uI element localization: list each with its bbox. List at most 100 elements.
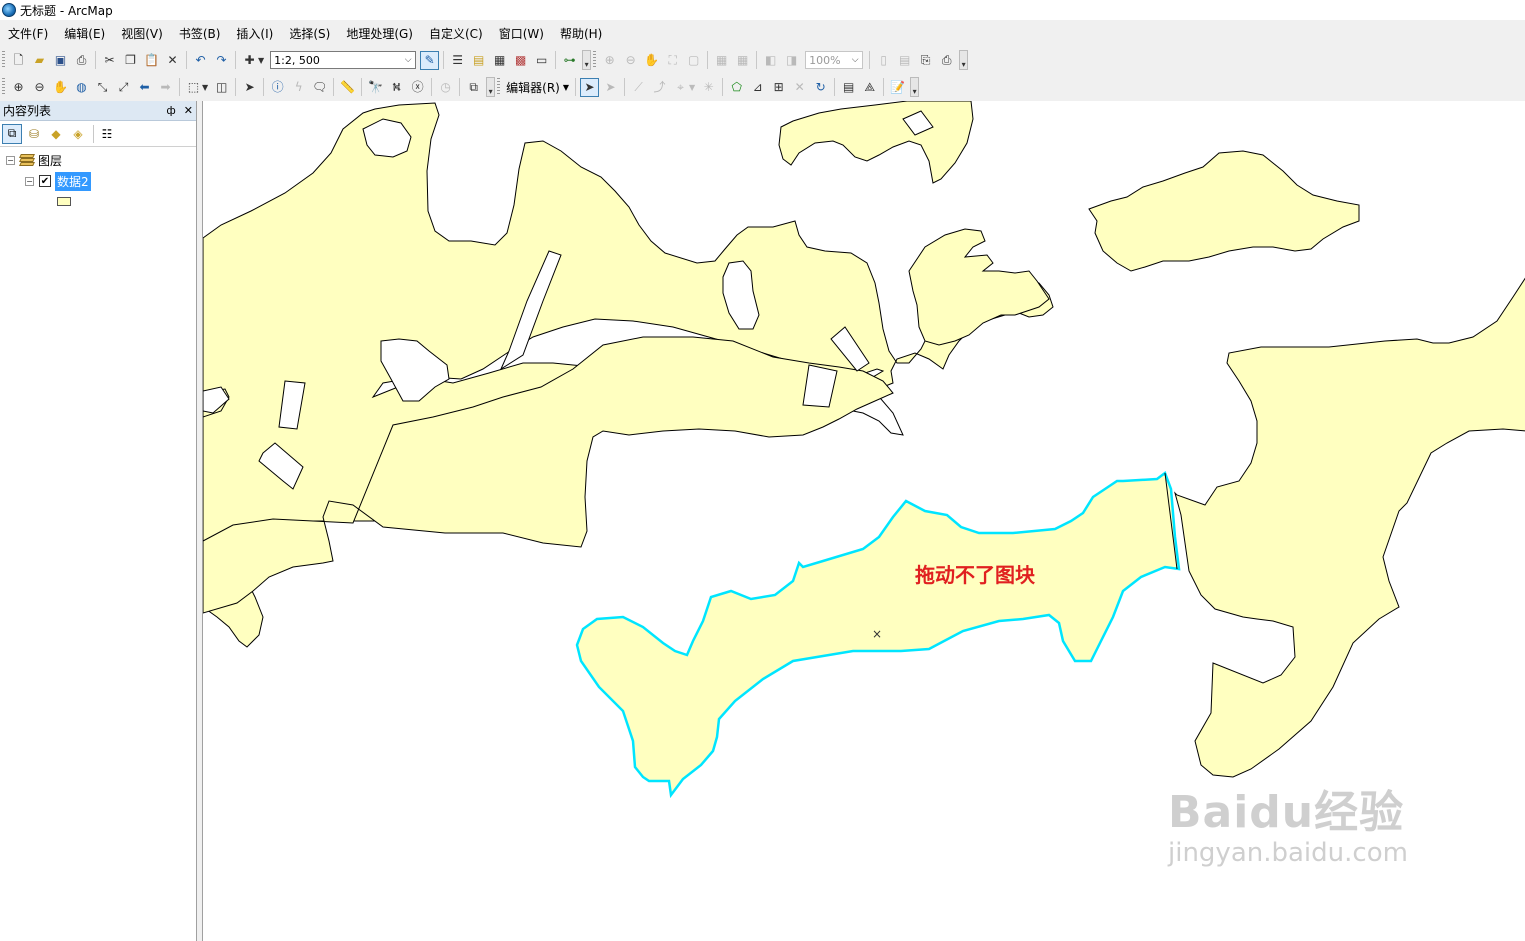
toolbar-overflow-icon[interactable]: ▾ [910, 77, 920, 97]
chevron-down-icon[interactable]: ▼ [689, 83, 695, 92]
delete-icon[interactable]: ✕ [163, 51, 182, 70]
arctoolbox-icon[interactable]: ▩ [511, 51, 530, 70]
close-icon[interactable]: ✕ [184, 104, 193, 117]
python-window-icon[interactable]: ▭ [532, 51, 551, 70]
tree-row-layer[interactable]: − ✔ 数据2 [25, 171, 91, 191]
toolbar-overflow-icon[interactable]: ▾ [959, 50, 969, 70]
copy-icon[interactable]: ❐ [121, 51, 140, 70]
menu-geoprocessing[interactable]: 地理处理(G) [338, 25, 421, 42]
open-folder-icon[interactable]: ▰ [30, 51, 49, 70]
fixed-zoom-out-icon[interactable]: ⤢ [114, 78, 133, 97]
new-document-icon[interactable]: 🗋 [9, 51, 28, 70]
change-layout-icon[interactable]: ⎘ [916, 51, 935, 70]
search-window-icon[interactable]: ▦ [490, 51, 509, 70]
chevron-down-icon[interactable]: ⌵ [401, 55, 415, 65]
list-by-drawing-order-icon[interactable]: ⧉ [2, 123, 22, 144]
chevron-down-icon[interactable]: ▼ [202, 83, 208, 92]
data-frame-label[interactable]: 图层 [38, 152, 62, 169]
edit-vertices-icon[interactable]: ⬠ [727, 78, 746, 97]
toolbar-overflow-icon[interactable]: ▾ [582, 50, 592, 70]
identify-icon[interactable]: ⓘ [268, 78, 287, 97]
clear-selection-icon[interactable]: ◫ [212, 78, 231, 97]
trace-icon[interactable]: ⌖ [671, 78, 690, 97]
fixed-zoom-in-icon[interactable]: ⤡ [93, 78, 112, 97]
create-viewer-window-icon[interactable]: ⧉ [464, 78, 483, 97]
options-icon[interactable]: ☷ [97, 124, 117, 144]
sketch-properties-icon[interactable]: ⟁ [860, 78, 879, 97]
toolbar-grip[interactable] [497, 78, 501, 96]
toolbar-grip[interactable] [2, 78, 5, 96]
chevron-down-icon[interactable]: ⌵ [848, 55, 862, 65]
point-icon[interactable]: ✳ [699, 78, 718, 97]
go-to-xy-icon[interactable]: ⓧ [408, 78, 427, 97]
create-features-icon[interactable]: 📝 [888, 78, 907, 97]
focus-data-frame-icon[interactable]: ▤ [895, 51, 914, 70]
end-point-arc-icon[interactable]: ⤴ [650, 78, 669, 97]
layout-pan-icon[interactable]: ✋ [642, 51, 661, 70]
map-scale-combo[interactable]: 1:2, 500 ⌵ [270, 51, 417, 69]
zoom-whole-page-icon[interactable]: ⛶ [663, 51, 682, 70]
select-elements-icon[interactable]: ➤ [240, 78, 259, 97]
menu-selection[interactable]: 选择(S) [281, 25, 338, 42]
menu-edit[interactable]: 编辑(E) [56, 25, 113, 42]
layer-visibility-checkbox[interactable]: ✔ [39, 175, 51, 187]
toolbar-grip[interactable] [2, 51, 5, 69]
layout-zoom-out-icon[interactable]: ⊖ [621, 51, 640, 70]
back-arrow-icon[interactable]: ⬅ [135, 78, 154, 97]
zoom-100-icon[interactable]: ▢ [684, 51, 703, 70]
redo-icon[interactable]: ↷ [212, 51, 231, 70]
save-icon[interactable]: ▣ [51, 51, 70, 70]
menu-insert[interactable]: 插入(I) [228, 25, 281, 42]
layout-zoom-combo[interactable]: 100% ⌵ [805, 51, 864, 69]
menu-file[interactable]: 文件(F) [0, 25, 56, 42]
html-popup-icon[interactable]: 🗨 [310, 78, 329, 97]
toggle-draft-icon[interactable]: ▯ [874, 51, 893, 70]
fixed-zoom-out-icon[interactable]: ▦ [733, 51, 752, 70]
collapse-icon[interactable]: − [6, 155, 15, 165]
select-features-icon[interactable]: ⬚ [184, 78, 203, 97]
rotate-icon[interactable]: ↻ [811, 78, 830, 97]
layer-label[interactable]: 数据2 [55, 171, 91, 191]
menu-view[interactable]: 视图(V) [113, 25, 171, 42]
legend-symbol-swatch[interactable] [57, 196, 71, 206]
toolbar-overflow-icon[interactable]: ▾ [486, 77, 496, 97]
find-icon[interactable]: 🔭 [366, 78, 385, 97]
forward-arrow-icon[interactable]: ➡ [156, 78, 175, 97]
menu-customize[interactable]: 自定义(C) [421, 25, 491, 42]
straight-segment-icon[interactable]: ⟋ [629, 78, 648, 97]
hyperlink-icon[interactable]: ϟ [289, 78, 308, 97]
toolbar-grip[interactable] [593, 51, 597, 69]
time-slider-icon[interactable]: ◷ [436, 78, 455, 97]
fixed-zoom-in-icon[interactable]: ▦ [712, 51, 731, 70]
split-icon[interactable]: ✕ [790, 78, 809, 97]
back-extent-icon[interactable]: ◧ [761, 51, 780, 70]
map-canvas[interactable] [203, 101, 1525, 941]
collapse-icon[interactable]: − [25, 176, 34, 186]
measure-icon[interactable]: 📏 [338, 78, 357, 97]
add-data-icon[interactable]: ✚ [240, 51, 259, 70]
data-driven-pages-icon[interactable]: ⎙ [937, 51, 956, 70]
menu-help[interactable]: 帮助(H) [552, 25, 610, 42]
tree-row-legend[interactable] [57, 192, 71, 210]
pin-icon[interactable]: ф [166, 104, 175, 117]
cut-polygons-icon[interactable]: ⊞ [769, 78, 788, 97]
editor-menu-button[interactable]: 编辑器(R) ▼ [503, 79, 572, 96]
menu-bookmarks[interactable]: 书签(B) [171, 25, 229, 42]
edit-tool-icon[interactable]: ➤ [580, 77, 600, 97]
undo-icon[interactable]: ↶ [191, 51, 210, 70]
catalog-icon[interactable]: ▤ [469, 51, 488, 70]
list-by-source-icon[interactable]: ⛁ [24, 124, 44, 144]
pan-icon[interactable]: ✋ [51, 78, 70, 97]
paste-icon[interactable]: 📋 [142, 51, 161, 70]
cut-icon[interactable]: ✂ [100, 51, 119, 70]
chevron-down-icon[interactable]: ▼ [258, 56, 264, 65]
print-icon[interactable]: ⎙ [72, 51, 91, 70]
editor-toolbar-toggle-icon[interactable]: ✎ [420, 50, 440, 70]
reshape-feature-icon[interactable]: ⊿ [748, 78, 767, 97]
zoom-out-icon[interactable]: ⊖ [30, 78, 49, 97]
tree-row-root[interactable]: − 图层 [6, 151, 62, 169]
list-by-visibility-icon[interactable]: ◆ [46, 124, 66, 144]
forward-extent-icon[interactable]: ◨ [782, 51, 801, 70]
edit-annotation-icon[interactable]: ➤ [601, 78, 620, 97]
attributes-icon[interactable]: ▤ [839, 78, 858, 97]
